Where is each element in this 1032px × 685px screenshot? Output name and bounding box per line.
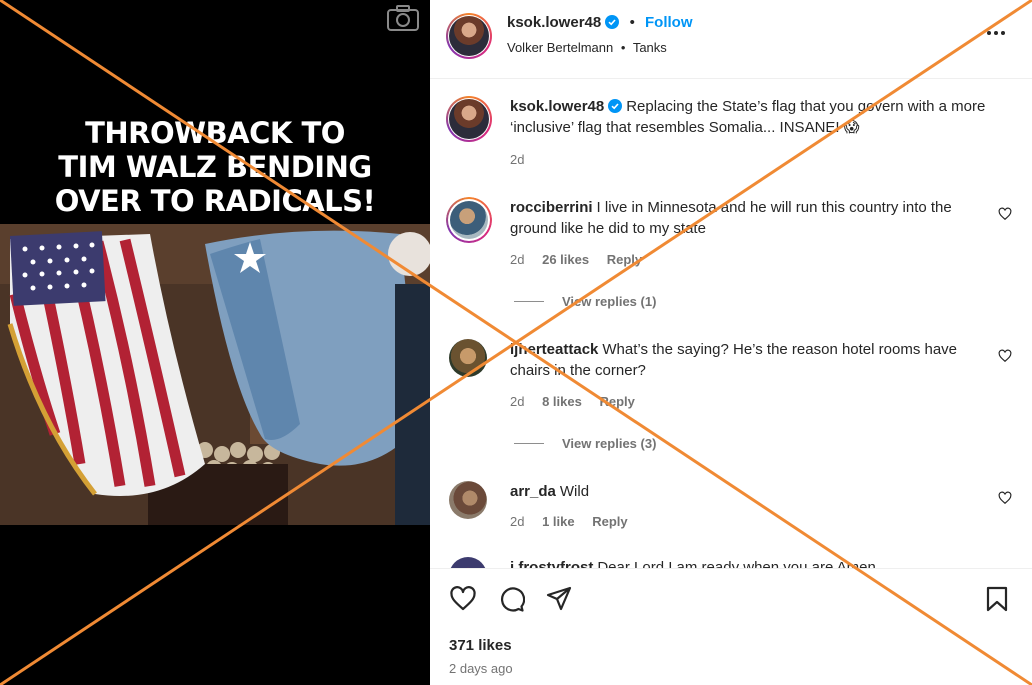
follow-button[interactable]: Follow bbox=[645, 14, 693, 31]
avatar[interactable] bbox=[446, 197, 492, 243]
post-actions: 371 likes 2 days ago bbox=[430, 568, 1032, 685]
comment-text-block: j.frostyfrost Dear Lord I am ready when y… bbox=[510, 557, 990, 568]
reply-button[interactable]: Reply bbox=[599, 394, 634, 409]
reply-button[interactable]: Reply bbox=[607, 252, 642, 267]
comment-text: Wild bbox=[559, 483, 590, 500]
comment-username[interactable]: j.frostyfrost bbox=[510, 559, 593, 568]
caption-text-block: ksok.lower48 Replacing the State’s flag t… bbox=[510, 96, 990, 138]
avatar[interactable] bbox=[449, 339, 487, 377]
camera-icon bbox=[387, 5, 419, 31]
post-timestamp[interactable]: 2 days ago bbox=[449, 661, 513, 676]
comment-age[interactable]: 2d bbox=[510, 514, 524, 529]
avatar[interactable] bbox=[449, 557, 487, 568]
comment-meta: 2d 8 likes Reply bbox=[510, 394, 649, 409]
like-comment-heart-icon[interactable] bbox=[998, 349, 1012, 363]
bookmark-icon[interactable] bbox=[983, 585, 1011, 613]
headline-line: OVER TO RADICALS! bbox=[54, 184, 376, 218]
avatar[interactable] bbox=[446, 96, 492, 142]
flags-scene bbox=[0, 224, 430, 525]
comment-age[interactable]: 2d bbox=[510, 252, 524, 267]
audio-track: Tanks bbox=[632, 40, 667, 55]
like-comment-heart-icon[interactable] bbox=[998, 491, 1012, 505]
caption-username[interactable]: ksok.lower48 bbox=[510, 98, 604, 115]
view-replies-button[interactable]: View replies (3) bbox=[514, 436, 656, 451]
caption-age[interactable]: 2d bbox=[510, 152, 524, 167]
audio-artist: Volker Bertelmann bbox=[507, 40, 614, 55]
verified-badge-icon bbox=[605, 15, 620, 29]
view-replies-label: View replies (1) bbox=[562, 294, 657, 309]
post-panel: ksok.lower48 • Follow Volker Bertelmann … bbox=[430, 0, 1032, 685]
comment-icon[interactable] bbox=[497, 585, 525, 613]
comment-text-block: rocciberrini I live in Minnesota and he w… bbox=[510, 197, 990, 239]
comment-meta: 2d 26 likes Reply bbox=[510, 252, 656, 267]
comment-username[interactable]: ljherteattack bbox=[510, 341, 598, 358]
comment-age[interactable]: 2d bbox=[510, 394, 524, 409]
comment-likes[interactable]: 8 likes bbox=[542, 394, 582, 409]
caption-meta: 2d bbox=[510, 152, 538, 167]
avatar[interactable] bbox=[446, 13, 492, 59]
comment-likes[interactable]: 1 like bbox=[542, 514, 575, 529]
view-replies-label: View replies (3) bbox=[562, 436, 657, 451]
verified-badge-icon bbox=[608, 99, 623, 113]
view-replies-button[interactable]: View replies (1) bbox=[514, 294, 656, 309]
reply-button[interactable]: Reply bbox=[592, 514, 627, 529]
comment-text-block: arr_da Wild bbox=[510, 481, 990, 502]
separator-dot: • bbox=[629, 14, 635, 31]
heart-icon[interactable] bbox=[449, 585, 477, 613]
replies-divider bbox=[514, 301, 544, 302]
headline-line: TIM WALZ BENDING bbox=[58, 150, 372, 184]
media-headline: THROWBACK TO TIM WALZ BENDING OVER TO RA… bbox=[0, 116, 430, 218]
comments-list[interactable]: ksok.lower48 Replacing the State’s flag t… bbox=[430, 80, 1032, 568]
comment-username[interactable]: arr_da bbox=[510, 483, 556, 500]
comment-likes[interactable]: 26 likes bbox=[542, 252, 589, 267]
share-icon[interactable] bbox=[545, 585, 573, 613]
replies-divider bbox=[514, 443, 544, 444]
like-count[interactable]: 371 likes bbox=[449, 637, 512, 654]
like-comment-heart-icon[interactable] bbox=[998, 207, 1012, 221]
comment-text: Dear Lord I am ready when you are Amen bbox=[597, 559, 876, 568]
comment-text-block: ljherteattack What’s the saying? He’s the… bbox=[510, 339, 990, 381]
headline-line: THROWBACK TO bbox=[85, 116, 345, 150]
post-media[interactable]: THROWBACK TO TIM WALZ BENDING OVER TO RA… bbox=[0, 0, 430, 685]
avatar[interactable] bbox=[449, 481, 487, 519]
header-username[interactable]: ksok.lower48 bbox=[507, 14, 601, 31]
more-options-icon[interactable] bbox=[986, 28, 1006, 38]
header-user-line: ksok.lower48 • Follow bbox=[507, 14, 693, 31]
audio-attribution[interactable]: Volker Bertelmann • Tanks bbox=[507, 40, 667, 55]
separator-dot: • bbox=[620, 40, 626, 55]
video-frame bbox=[0, 224, 430, 525]
comment-username[interactable]: rocciberrini bbox=[510, 199, 593, 216]
comment-meta: 2d 1 like Reply bbox=[510, 514, 642, 529]
post-header: ksok.lower48 • Follow Volker Bertelmann … bbox=[430, 0, 1032, 79]
